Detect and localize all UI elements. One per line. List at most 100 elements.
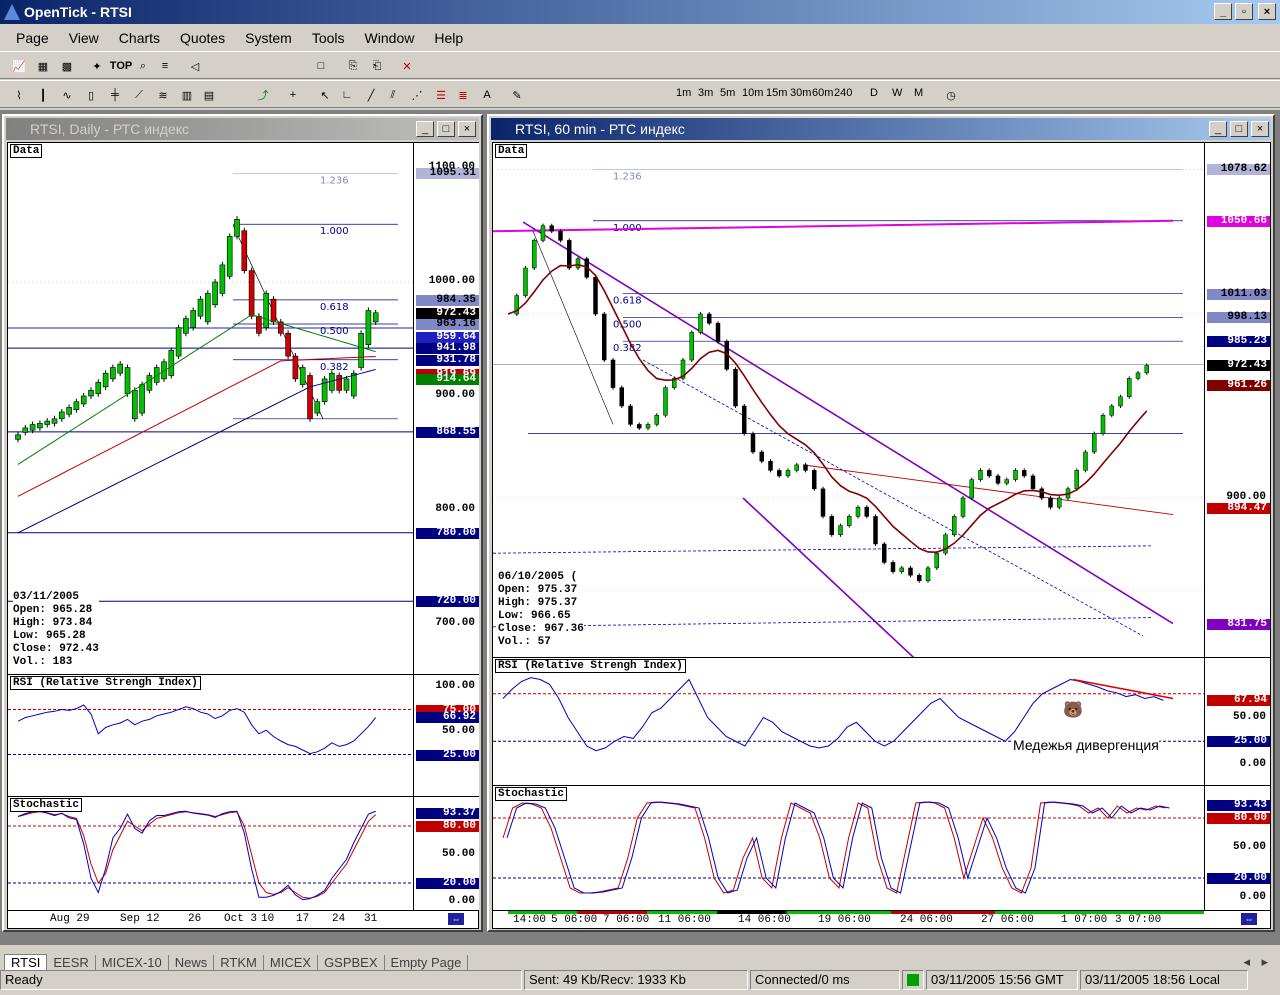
scanner-icon[interactable]: ✦	[88, 57, 106, 75]
candle-chart-icon[interactable]: ▯	[82, 86, 100, 104]
menu-page[interactable]: Page	[6, 30, 59, 46]
candle-body	[1144, 365, 1149, 374]
period-60m[interactable]: 60m	[812, 87, 833, 99]
candle-body	[558, 230, 563, 241]
daily-time-axis: Aug 29 Sep 12 26 Oct 3 10 17 24 31	[8, 911, 413, 929]
line-chart-icon[interactable]: ⌇	[10, 86, 28, 104]
hourly-rsi-label: RSI (Relative Strengh Index)	[495, 659, 686, 673]
hourly-rsi-plot[interactable]	[493, 658, 1204, 785]
hourly-chart[interactable]: 1.2361.0000.6180.5000.382 Data 06/10/200…	[492, 142, 1271, 929]
import-icon[interactable]: ⎗	[368, 57, 386, 75]
hourly-price-pane[interactable]: 1.2361.0000.6180.5000.382 Data 06/10/200…	[493, 143, 1270, 658]
hourly-rsi-pane[interactable]: RSI (Relative Strengh Index) Медежья див…	[493, 658, 1270, 786]
tab-rtsi[interactable]: RTSI	[4, 954, 48, 970]
vertical-line-icon[interactable]: ∟	[338, 86, 356, 104]
menu-window[interactable]: Window	[355, 30, 425, 46]
tab-micex-10[interactable]: MICEX-10	[96, 955, 169, 970]
period-10m[interactable]: 10m	[742, 87, 763, 99]
period-w[interactable]: W	[892, 87, 902, 99]
top-button[interactable]: TOP	[110, 57, 132, 75]
hourly-stoch-pane[interactable]: Stochastic 50.00 0.00 93.43 80.00 20.00	[493, 786, 1270, 911]
period-15m[interactable]: 15m	[766, 87, 787, 99]
daily-window-title-bar[interactable]: RTSI, Daily - РТС индекс _ □ ×	[6, 118, 479, 140]
pointer-icon[interactable]: ↖	[316, 86, 334, 104]
new-page-icon[interactable]: □	[312, 57, 330, 75]
grid-icon[interactable]: ▩	[58, 57, 76, 75]
export-icon[interactable]: ⎘	[344, 57, 362, 75]
close-button[interactable]: ×	[1258, 3, 1276, 20]
daily-scroll-icon[interactable]: ⇔	[448, 913, 464, 925]
period-240[interactable]: 240	[834, 87, 852, 99]
period-5m[interactable]: 5m	[720, 87, 735, 99]
sound-icon[interactable]: ◁	[186, 57, 204, 75]
menu-system[interactable]: System	[235, 30, 302, 46]
area-chart-icon[interactable]: ∿	[58, 86, 76, 104]
tab-micex[interactable]: MICEX	[264, 955, 319, 970]
menu-view[interactable]: View	[59, 30, 109, 46]
trendline-icon[interactable]: ╱	[362, 86, 380, 104]
tab-scroll-right-icon[interactable]: ▸	[1255, 954, 1274, 970]
chart-icon[interactable]: 📈	[10, 57, 28, 75]
hourly-chart-window[interactable]: RTSI, 60 min - РТС индекс _ □ × 1.2361.0…	[487, 114, 1275, 932]
hourly-price-plot[interactable]: 1.2361.0000.6180.5000.382	[493, 143, 1204, 657]
menu-charts[interactable]: Charts	[109, 30, 170, 46]
hourly-maximize-button[interactable]: □	[1230, 121, 1248, 137]
candle-body	[882, 543, 887, 563]
daily-chart-window[interactable]: RTSI, Daily - РТС индекс _ □ × 1.236 1.00…	[2, 114, 483, 932]
tab-gspbex[interactable]: GSPBEX	[318, 955, 385, 970]
study-icon[interactable]: ⤴	[254, 86, 272, 104]
daily-maximize-button[interactable]: □	[437, 121, 455, 137]
clock-icon[interactable]: ◷	[942, 86, 960, 104]
tab-rtkm[interactable]: RTKM	[214, 955, 264, 970]
delete-icon[interactable]: ✕	[398, 57, 416, 75]
tab-empty-page[interactable]: Empty Page	[385, 955, 469, 970]
tab-news[interactable]: News	[169, 955, 215, 970]
tab-scroll-left-icon[interactable]: ◂	[1237, 954, 1256, 970]
fib-level-label: 1.236	[320, 175, 349, 186]
minimize-button[interactable]: _	[1214, 3, 1232, 20]
hourly-close-button[interactable]: ×	[1251, 121, 1269, 137]
period-1m[interactable]: 1m	[676, 87, 691, 99]
period-d[interactable]: D	[870, 87, 878, 99]
stoch-tick-label: 0.00	[448, 895, 475, 907]
hourly-info-open: Open: 975.37	[498, 584, 578, 596]
menu-help[interactable]: Help	[424, 30, 473, 46]
search-icon[interactable]: ⌕	[134, 57, 152, 75]
indicator-icon[interactable]: ≋	[154, 86, 172, 104]
fib-retracement-icon[interactable]: ☰	[432, 86, 450, 104]
candle-body	[838, 525, 843, 536]
daily-chart[interactable]: 1.236 1.000 0.618 0.500 0.382 Data 03/11/200…	[7, 142, 479, 929]
volume-icon[interactable]: ▥	[178, 86, 196, 104]
crosshair-icon[interactable]: +	[284, 86, 302, 104]
daily-price-pane[interactable]: 1.236 1.000 0.618 0.500 0.382 Data 03/11/200…	[8, 143, 479, 675]
alert-icon[interactable]: ≡	[156, 57, 174, 75]
daily-rsi-plot[interactable]	[8, 675, 413, 796]
hourly-window-title-bar[interactable]: RTSI, 60 min - РТС индекс _ □ ×	[491, 118, 1271, 140]
period-30m[interactable]: 30m	[790, 87, 811, 99]
hourly-minimize-button[interactable]: _	[1209, 121, 1227, 137]
daily-minimize-button[interactable]: _	[416, 121, 434, 137]
menu-quotes[interactable]: Quotes	[170, 30, 235, 46]
ohlc-icon[interactable]: ╪	[106, 86, 124, 104]
period-3m[interactable]: 3m	[698, 87, 713, 99]
hourly-stoch-plot[interactable]	[493, 786, 1204, 910]
pencil-icon[interactable]: ✎	[508, 86, 526, 104]
daily-rsi-pane[interactable]: RSI (Relative Strengh Index) 100.00 50.00…	[8, 675, 479, 797]
tab-eesr[interactable]: EESR	[47, 955, 96, 970]
daily-stoch-pane[interactable]: Stochastic 50.00 0.00 93.37 80.00 20.00	[8, 797, 479, 911]
fib-fan-icon[interactable]: ⋰	[408, 86, 426, 104]
hourly-scroll-icon[interactable]: ⇔	[1241, 913, 1257, 925]
period-m[interactable]: M	[914, 87, 923, 99]
menu-tools[interactable]: Tools	[302, 30, 355, 46]
histogram-icon[interactable]: ▤	[200, 86, 218, 104]
daily-stoch-plot[interactable]	[8, 797, 413, 910]
fib-extension-icon[interactable]: ≣	[454, 86, 472, 104]
bar-chart-icon[interactable]: ┃	[34, 86, 52, 104]
stoch-tag: 80.00	[416, 821, 479, 832]
compare-icon[interactable]: ⟋	[130, 86, 148, 104]
quotes-table-icon[interactable]: ▦	[34, 57, 52, 75]
text-tool-icon[interactable]: A	[478, 86, 496, 104]
channel-icon[interactable]: ⫽	[384, 86, 402, 104]
maximize-button[interactable]: ▫	[1235, 3, 1253, 20]
daily-close-button[interactable]: ×	[458, 121, 476, 137]
